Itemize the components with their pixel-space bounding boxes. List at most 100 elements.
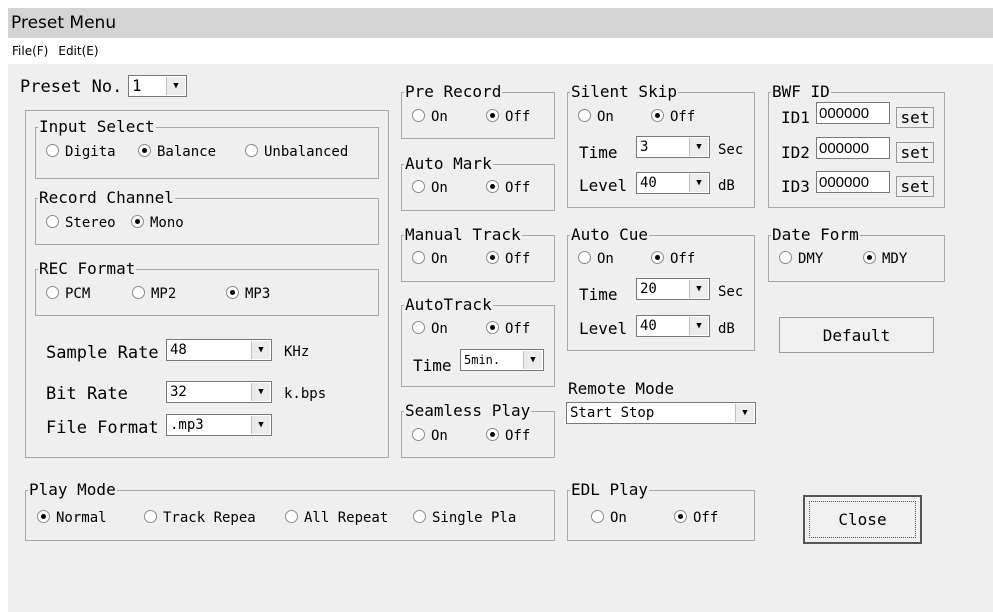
- input-select-legend: Input Select: [39, 117, 155, 136]
- radio-icon: [779, 251, 792, 264]
- radio-selected-icon: [863, 251, 876, 264]
- bwf-id-legend: BWF ID: [772, 82, 830, 101]
- radio-selected-icon: [651, 109, 664, 122]
- radio-selected-icon: [226, 286, 239, 299]
- radio-icon: [245, 144, 258, 157]
- seamless-play-off-radio[interactable]: Off: [486, 428, 530, 444]
- file-format-value: .mp3: [170, 417, 204, 433]
- radio-icon: [144, 510, 157, 523]
- format-mp3-radio[interactable]: MP3: [226, 286, 270, 302]
- auto-mark-off-radio[interactable]: Off: [486, 180, 530, 196]
- silent-skip-time-select[interactable]: 3 ▼: [636, 136, 710, 158]
- auto-track-legend: AutoTrack: [405, 295, 492, 314]
- seamless-play-on-radio[interactable]: On: [412, 428, 448, 444]
- radio-icon: [591, 510, 604, 523]
- radio-icon: [46, 215, 59, 228]
- date-form-legend: Date Form: [772, 225, 859, 244]
- play-mode-normal-radio[interactable]: Normal: [37, 510, 107, 526]
- pre-record-legend: Pre Record: [405, 82, 502, 101]
- pre-record-off-radio[interactable]: Off: [486, 109, 530, 125]
- bit-rate-value: 32: [170, 384, 187, 400]
- auto-mark-on-radio[interactable]: On: [412, 180, 448, 196]
- radio-selected-icon: [674, 510, 687, 523]
- bwf-id1-label: ID1: [781, 108, 810, 127]
- auto-cue-level-value: 40: [640, 318, 657, 334]
- format-mp2-radio[interactable]: MP2: [132, 286, 176, 302]
- bit-rate-select[interactable]: 32 ▼: [166, 381, 272, 403]
- radio-icon: [578, 109, 591, 122]
- date-form-mdy-radio[interactable]: MDY: [863, 251, 907, 267]
- play-mode-all-repeat-radio[interactable]: All Repeat: [285, 510, 388, 526]
- format-pcm-radio[interactable]: PCM: [46, 286, 90, 302]
- radio-selected-icon: [486, 428, 499, 441]
- silent-skip-on-radio[interactable]: On: [578, 109, 614, 125]
- sample-rate-select[interactable]: 48 ▼: [166, 339, 272, 361]
- auto-cue-off-radio[interactable]: Off: [651, 251, 695, 267]
- auto-cue-time-select[interactable]: 20 ▼: [636, 278, 710, 300]
- input-balanced-radio[interactable]: Balance: [138, 144, 216, 160]
- silent-skip-level-select[interactable]: 40 ▼: [636, 172, 710, 194]
- edl-play-legend: EDL Play: [571, 480, 649, 499]
- auto-cue-level-unit: dB: [718, 321, 735, 337]
- auto-cue-time-label: Time: [579, 285, 618, 304]
- bwf-id2-input[interactable]: [816, 137, 890, 159]
- bwf-id3-set-button[interactable]: set: [896, 176, 934, 197]
- menu-file[interactable]: File(F): [12, 44, 48, 58]
- rec-format-legend: REC Format: [39, 259, 136, 278]
- edl-play-on-radio[interactable]: On: [591, 510, 627, 526]
- date-form-dmy-radio[interactable]: DMY: [779, 251, 823, 267]
- silent-skip-level-label: Level: [579, 176, 628, 195]
- manual-track-on-radio[interactable]: On: [412, 251, 448, 267]
- input-unbalanced-radio[interactable]: Unbalanced: [245, 144, 348, 160]
- remote-mode-label: Remote Mode: [568, 379, 674, 398]
- silent-skip-time-value: 3: [640, 139, 649, 155]
- radio-icon: [412, 109, 425, 122]
- close-button[interactable]: Close: [803, 495, 922, 544]
- chevron-down-icon: ▼: [523, 351, 542, 369]
- silent-skip-level-value: 40: [640, 175, 657, 191]
- chevron-down-icon: ▼: [166, 77, 185, 95]
- bwf-id2-set-button[interactable]: set: [896, 142, 934, 163]
- auto-cue-time-unit: Sec: [718, 284, 744, 300]
- radio-icon: [285, 510, 298, 523]
- bit-rate-label: Bit Rate: [46, 384, 128, 404]
- menu-edit[interactable]: Edit(E): [58, 44, 98, 58]
- radio-selected-icon: [131, 215, 144, 228]
- auto-track-on-radio[interactable]: On: [412, 321, 448, 337]
- auto-cue-on-radio[interactable]: On: [578, 251, 614, 267]
- auto-track-time-select[interactable]: 5min. ▼: [460, 349, 544, 371]
- seamless-play-legend: Seamless Play: [405, 401, 531, 420]
- bwf-id3-input[interactable]: [816, 171, 890, 193]
- silent-skip-legend: Silent Skip: [571, 82, 677, 101]
- manual-track-off-radio[interactable]: Off: [486, 251, 530, 267]
- default-button[interactable]: Default: [779, 317, 934, 353]
- auto-mark-legend: Auto Mark: [405, 154, 492, 173]
- preset-no-label: Preset No.: [20, 77, 123, 97]
- auto-track-off-radio[interactable]: Off: [486, 321, 530, 337]
- channel-mono-radio[interactable]: Mono: [131, 215, 184, 231]
- preset-no-select[interactable]: 1 ▼: [128, 75, 187, 97]
- play-mode-single-play-radio[interactable]: Single Pla: [413, 510, 516, 526]
- preset-menu-window: Preset Menu File(F) Edit(E) Preset No. 1 …: [8, 8, 993, 612]
- pre-record-on-radio[interactable]: On: [412, 109, 448, 125]
- silent-skip-level-unit: dB: [718, 178, 735, 194]
- edl-play-off-radio[interactable]: Off: [674, 510, 718, 526]
- sample-rate-value: 48: [170, 342, 187, 358]
- radio-icon: [413, 510, 426, 523]
- bwf-id1-set-button[interactable]: set: [896, 107, 934, 128]
- chevron-down-icon: ▼: [251, 416, 270, 434]
- play-mode-track-repeat-radio[interactable]: Track Repea: [144, 510, 256, 526]
- channel-stereo-radio[interactable]: Stereo: [46, 215, 116, 231]
- chevron-down-icon: ▼: [689, 138, 708, 156]
- chevron-down-icon: ▼: [735, 404, 754, 422]
- manual-track-legend: Manual Track: [405, 225, 521, 244]
- remote-mode-select[interactable]: Start Stop ▼: [566, 402, 756, 424]
- bwf-id3-label: ID3: [781, 177, 810, 196]
- menu-bar: File(F) Edit(E): [8, 38, 993, 64]
- bwf-id1-input[interactable]: [816, 102, 890, 124]
- auto-cue-level-select[interactable]: 40 ▼: [636, 315, 710, 337]
- file-format-select[interactable]: .mp3 ▼: [166, 414, 272, 436]
- input-digital-radio[interactable]: Digita: [46, 144, 116, 160]
- radio-selected-icon: [651, 251, 664, 264]
- silent-skip-off-radio[interactable]: Off: [651, 109, 695, 125]
